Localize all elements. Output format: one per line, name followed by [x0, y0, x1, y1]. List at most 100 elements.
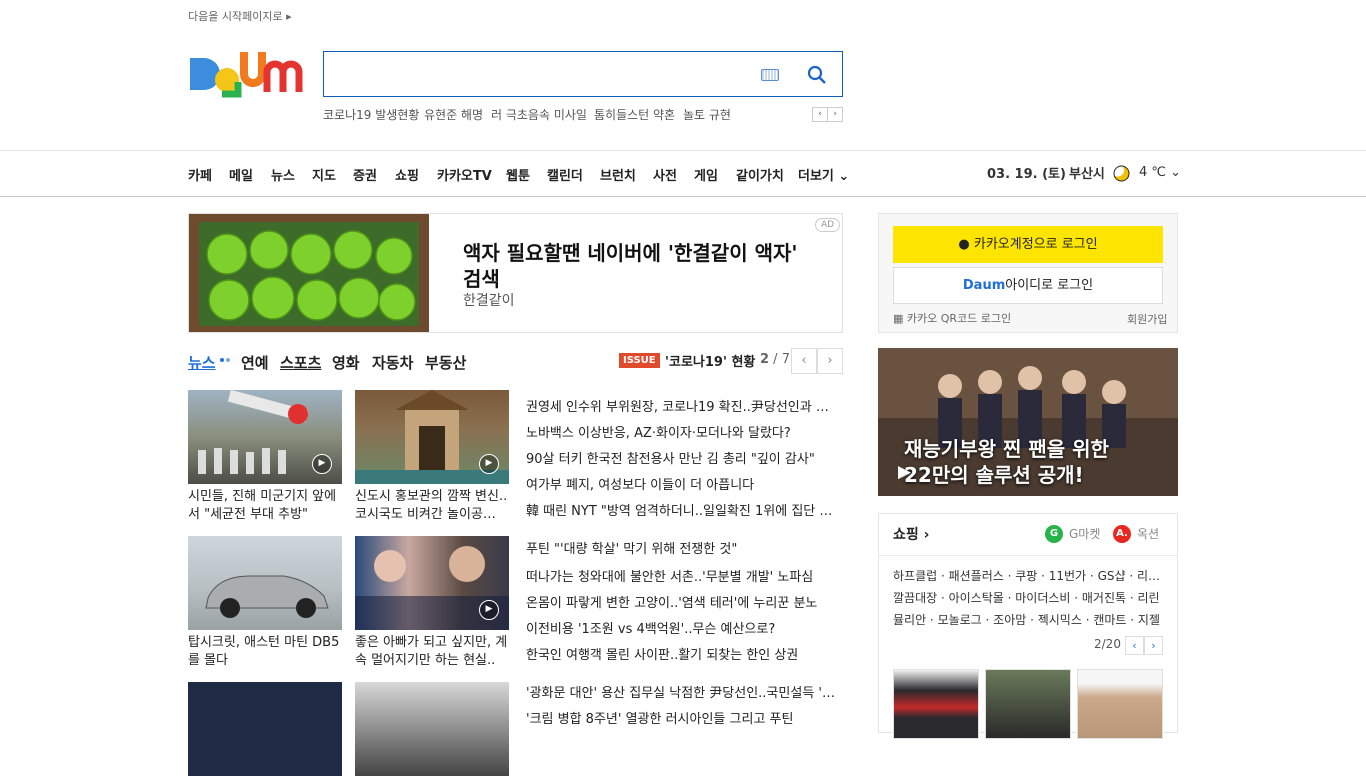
nav-stock[interactable]: 증권 — [353, 165, 377, 184]
nav-cafe[interactable]: 카페 — [188, 165, 212, 184]
news-caption[interactable]: 시민들, 진해 미군기지 앞에서 "세균전 부대 추방" — [188, 488, 342, 524]
tab-sports[interactable]: 스포츠 — [280, 352, 321, 373]
news-caption[interactable]: 탑시크릿, 애스턴 마틴 DB5를 몰다 — [188, 634, 342, 670]
ad-banner[interactable]: 액자 필요할땐 네이버에 '한결같이 액자' 검색 한결같이 AD — [188, 213, 843, 333]
gnb-bottom-divider — [0, 196, 1366, 197]
play-icon[interactable]: ▶ — [898, 462, 911, 482]
trending-keyword[interactable]: 유현준 해명 — [424, 106, 483, 123]
banner-caption: 재능기부왕 찐 팬을 위한 22만의 솔루션 공개! — [904, 436, 1109, 488]
trending-keyword[interactable]: 코로나19 발생현황 — [323, 106, 419, 123]
shop-links-row[interactable]: 깔끔대장 · 아이스탁몰 · 마이더스비 · 매거진톡 · 리린 — [893, 589, 1165, 606]
keyword-prev-button[interactable]: ‹ — [813, 108, 828, 121]
nav-shopping[interactable]: 쇼핑 — [395, 165, 419, 184]
qr-login-link[interactable]: ▦ 카카오 QR코드 로그인 — [893, 310, 1011, 326]
nav-together[interactable]: 같이가치 — [736, 165, 784, 184]
product-coat[interactable] — [1077, 669, 1163, 739]
moon-icon — [1113, 165, 1130, 182]
product-umbrella[interactable] — [985, 669, 1071, 739]
auction-logo[interactable]: A. — [1113, 525, 1131, 543]
news-thumb-crowd[interactable] — [355, 682, 509, 776]
today-date: 03. 19. (토) — [987, 167, 1066, 182]
daum-login-button[interactable]: Daum아이디로 로그인 — [893, 267, 1163, 304]
nav-more[interactable]: 더보기 ⌄ — [798, 165, 849, 184]
tab-car[interactable]: 자동차 — [372, 352, 413, 373]
set-start-page-link[interactable]: 다음을 시작페이지로 ▸ — [188, 8, 292, 24]
join-link[interactable]: 회원가입 — [1127, 311, 1167, 327]
tab-entertainment[interactable]: 연예 — [241, 352, 269, 373]
shop-links-row[interactable]: 하프클럽 · 패션플러스 · 쿠팡 · 11번가 · GS샵 · 리빙픽 — [893, 567, 1165, 584]
weather-city[interactable]: 부산시 — [1069, 163, 1105, 182]
play-icon[interactable]: ▶ — [479, 454, 499, 474]
headline-link[interactable]: 온몸이 파랗게 변한 고양이..'염색 테러'에 누리꾼 분노 — [526, 592, 840, 611]
trending-keyword[interactable]: 러 극초음속 미사일 — [491, 106, 587, 123]
search-icon[interactable] — [807, 65, 827, 85]
video-banner[interactable]: 재능기부왕 찐 팬을 위한 22만의 솔루션 공개! ▶ — [878, 348, 1178, 496]
headline-link[interactable]: 떠나가는 청와대에 불안한 서촌..'무분별 개발' 노파심 — [526, 566, 840, 585]
shop-next-button[interactable]: › — [1144, 636, 1163, 655]
nav-calendar[interactable]: 캘린더 — [547, 165, 583, 184]
headline-link[interactable]: '광화문 대안' 용산 집무실 낙점한 尹당선인..국민설득 '과제' — [526, 682, 840, 701]
gmarket-link[interactable]: G마켓 — [1069, 525, 1100, 542]
kakao-login-button[interactable]: ● 카카오계정으로 로그인 — [893, 226, 1163, 263]
shop-links-row[interactable]: 뮬리안 · 모놀로그 · 조아맘 · 젝시믹스 · 캔마트 · 지젤 — [893, 611, 1165, 628]
auction-link[interactable]: 옥션 — [1137, 525, 1159, 542]
chevron-down-icon: ⌄ — [838, 169, 850, 184]
news-thumb-press[interactable] — [188, 682, 342, 776]
tab-movie[interactable]: 영화 — [332, 352, 360, 373]
news-prev-button[interactable]: ‹ — [791, 348, 817, 374]
temp-value: 4 ℃ — [1139, 165, 1167, 180]
headline-link[interactable]: 韓 때린 NYT "방역 엄격하더니..일일확진 1위에 집단 무관심" — [526, 500, 840, 519]
issue-link[interactable]: '코로나19' 현황 — [665, 351, 755, 370]
chevron-right-icon: › — [923, 527, 930, 543]
news-thumb-car[interactable] — [188, 536, 342, 630]
chevron-down-icon[interactable]: ⌄ — [1170, 165, 1181, 180]
trending-keyword[interactable]: 톰히들스턴 약혼 — [594, 106, 675, 123]
shopping-title[interactable]: 쇼핑 › — [893, 524, 929, 544]
headline-link[interactable]: 권영세 인수위 부위원장, 코로나19 확진..尹당선인과 접촉 … — [526, 396, 840, 415]
nav-game[interactable]: 게임 — [694, 165, 718, 184]
headline-link[interactable]: 푸틴 "'대량 학살' 막기 위해 전쟁한 것" — [526, 538, 840, 557]
nav-webtoon[interactable]: 웹툰 — [506, 165, 530, 184]
shop-prev-button[interactable]: ‹ — [1125, 636, 1144, 655]
banner-line2: 22만의 솔루션 공개! — [904, 463, 1084, 487]
chat-icon: ● — [958, 237, 970, 252]
product-jacket[interactable] — [893, 669, 979, 739]
tab-realestate[interactable]: 부동산 — [425, 352, 466, 373]
gmarket-logo[interactable]: G — [1045, 525, 1063, 543]
nav-map[interactable]: 지도 — [312, 165, 336, 184]
keyword-next-button[interactable]: › — [828, 108, 842, 121]
daum-logo[interactable] — [188, 48, 306, 100]
nav-brunch[interactable]: 브런치 — [600, 165, 636, 184]
news-thumb-showroom[interactable]: ▶ — [355, 390, 509, 484]
qr-icon: ▦ — [893, 312, 904, 325]
ad-badge: AD — [815, 218, 841, 232]
headline-link[interactable]: 노바백스 이상반응, AZ·화이자·모더나와 달랐다? — [526, 422, 840, 441]
weather-temp[interactable]: 4 ℃ ⌄ — [1139, 165, 1181, 180]
issue-badge: ISSUE — [619, 353, 660, 368]
trending-keyword[interactable]: 놀토 규현 — [683, 106, 731, 123]
search-input[interactable] — [332, 60, 752, 88]
nav-kakaotv[interactable]: 카카오TV — [437, 165, 492, 184]
headline-link[interactable]: '크림 병합 8주년' 열광한 러시아인들 그리고 푸틴 — [526, 708, 840, 727]
news-thumb-drama[interactable]: ▶ — [355, 536, 509, 630]
nav-news[interactable]: 뉴스 — [271, 165, 295, 184]
keyboard-icon[interactable] — [761, 69, 779, 81]
shop-pager: 2/20 — [1094, 637, 1121, 651]
gnb-top-divider — [0, 150, 1366, 151]
tab-news[interactable]: 뉴스 — [188, 352, 216, 373]
news-caption[interactable]: 좋은 아빠가 되고 싶지만, 계속 멀어지기만 하는 현실.. … — [355, 634, 509, 670]
headline-link[interactable]: 이전비용 '1조원 vs 4백억원'..무슨 예산으로? — [526, 618, 840, 637]
headline-link[interactable]: 한국인 여행객 몰린 사이판..활기 되찾는 한인 상권 — [526, 644, 840, 663]
daum-brand: Daum — [962, 278, 1006, 293]
ad-title[interactable]: 액자 필요할땐 네이버에 '한결같이 액자' 검색 — [463, 240, 808, 292]
news-next-button[interactable]: › — [817, 348, 843, 374]
nav-more-label: 더보기 — [798, 169, 834, 184]
nav-mail[interactable]: 메일 — [229, 165, 253, 184]
news-caption[interactable]: 신도시 홍보관의 깜짝 변신.. 코시국도 비켜간 놀이공… — [355, 488, 509, 524]
headline-link[interactable]: 90살 터키 한국전 참전용사 만난 김 총리 "깊이 감사" — [526, 448, 840, 467]
play-icon[interactable]: ▶ — [312, 454, 332, 474]
nav-dictionary[interactable]: 사전 — [653, 165, 677, 184]
news-thumb-protest[interactable]: ▶ — [188, 390, 342, 484]
play-icon[interactable]: ▶ — [479, 600, 499, 620]
headline-link[interactable]: 여가부 폐지, 여성보다 이들이 더 아픕니다 — [526, 474, 840, 493]
